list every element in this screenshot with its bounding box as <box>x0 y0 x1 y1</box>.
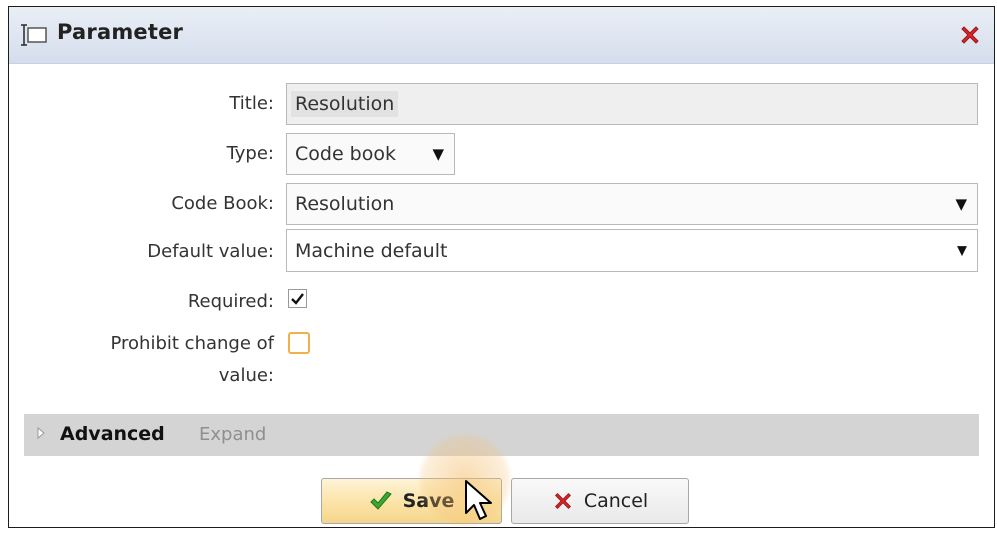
advanced-title: Advanced <box>60 423 165 445</box>
title-label: Title: <box>229 93 274 114</box>
title-value: Resolution <box>291 91 399 117</box>
advanced-section-header[interactable]: Advanced Expand <box>24 414 979 456</box>
checkmark-icon <box>291 293 304 305</box>
code-book-value: Resolution <box>295 193 395 215</box>
parameter-dialog: Parameter Title: Resolution Type: Code b… <box>8 6 995 528</box>
default-value-value: Machine default <box>295 239 448 262</box>
dialog-titlebar[interactable]: Parameter <box>9 7 994 64</box>
close-icon[interactable] <box>958 23 982 47</box>
cancel-label: Cancel <box>583 490 649 512</box>
type-value: Code book <box>295 143 396 165</box>
save-label: Save <box>402 490 455 512</box>
chevron-down-icon: ▼ <box>957 243 967 258</box>
parameter-icon <box>21 24 47 46</box>
cancel-button[interactable]: Cancel <box>511 478 689 524</box>
type-label: Type: <box>226 143 274 164</box>
prohibit-change-label-line2: value: <box>218 365 274 386</box>
prohibit-change-checkbox[interactable] <box>288 332 310 354</box>
close-icon <box>554 493 571 509</box>
dialog-title: Parameter <box>57 20 184 44</box>
save-button[interactable]: Save <box>321 478 502 524</box>
prohibit-change-row: Prohibit change of value: <box>9 329 994 393</box>
advanced-expand-link[interactable]: Expand <box>199 424 266 445</box>
title-row: Title: Resolution <box>9 83 994 125</box>
required-checkbox[interactable] <box>288 289 307 308</box>
required-label: Required: <box>187 291 274 312</box>
default-value-label: Default value: <box>147 241 274 262</box>
code-book-row: Code Book: Resolution ▼ <box>9 183 994 225</box>
code-book-select[interactable]: Resolution ▼ <box>286 183 978 225</box>
required-row: Required: <box>9 285 994 327</box>
chevron-down-icon: ▼ <box>432 145 444 163</box>
chevron-down-icon: ▼ <box>955 195 967 213</box>
type-row: Type: Code book ▼ <box>9 133 994 175</box>
default-value-dropdown[interactable]: Machine default ▼ <box>286 229 978 272</box>
expand-arrow-icon <box>37 426 45 440</box>
prohibit-change-label-line1: Prohibit change of <box>110 333 275 354</box>
default-value-row: Default value: Machine default ▼ <box>9 229 994 272</box>
checkmark-icon <box>369 491 392 510</box>
title-field[interactable]: Resolution <box>286 83 978 125</box>
type-select[interactable]: Code book ▼ <box>286 133 455 175</box>
code-book-label: Code Book: <box>171 193 274 214</box>
